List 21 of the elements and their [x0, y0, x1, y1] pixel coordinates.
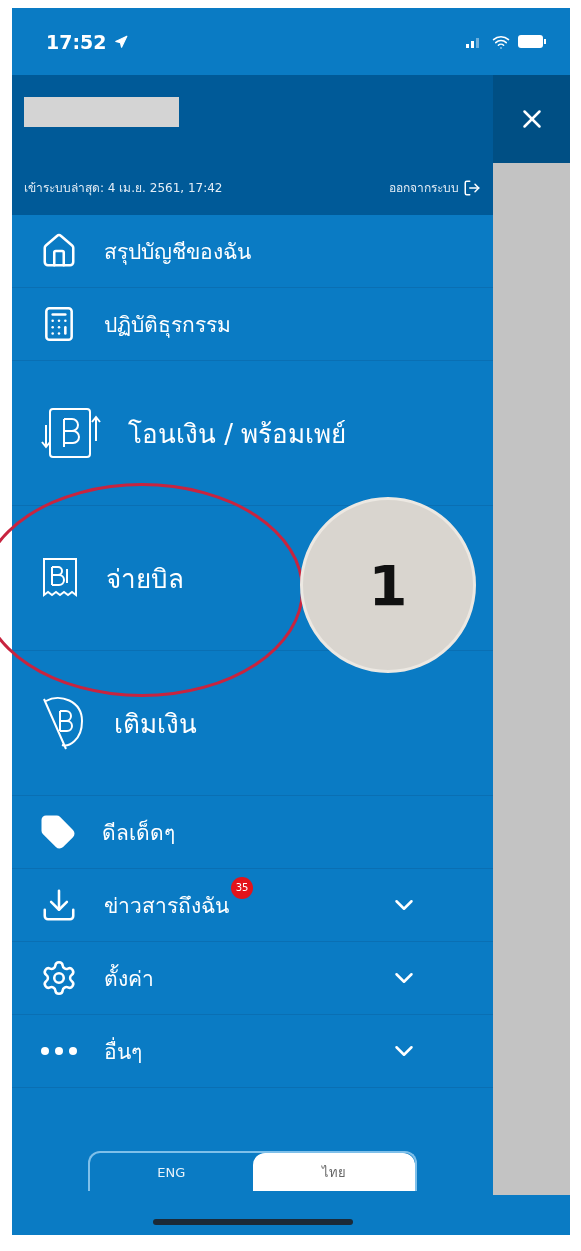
menu-item[interactable]: อื่นๆ	[12, 1015, 493, 1088]
settings-icon	[40, 959, 78, 997]
menu-item[interactable]: ดีลเด็ดๆ	[12, 796, 493, 869]
more-icon	[40, 1047, 78, 1055]
tag-icon	[40, 814, 76, 850]
close-button[interactable]	[493, 75, 570, 163]
menu-item[interactable]: ข่าวสารถึงฉัน 35	[12, 869, 493, 942]
money-transfer-icon	[40, 405, 102, 461]
language-option[interactable]: ไทย	[252, 1153, 415, 1191]
location-icon	[114, 34, 129, 49]
menu-item[interactable]: ตั้งค่า	[12, 942, 493, 1015]
battery-icon	[518, 35, 546, 48]
logout-button[interactable]: ออกจากระบบ	[389, 178, 481, 197]
home-icon	[40, 232, 78, 270]
menu-item[interactable]: ปฏิบัติธุรกรรม	[12, 288, 493, 361]
logout-icon	[463, 178, 481, 197]
last-login-text: เข้าระบบล่าสุด: 4 เม.ย. 2561, 17:42	[24, 180, 223, 197]
status-time: 17:52	[46, 30, 107, 53]
menu-item[interactable]: สรุปบัญชีของฉัน	[12, 215, 493, 288]
notification-badge: 35	[231, 876, 253, 899]
language-option[interactable]: ENG	[90, 1153, 253, 1191]
